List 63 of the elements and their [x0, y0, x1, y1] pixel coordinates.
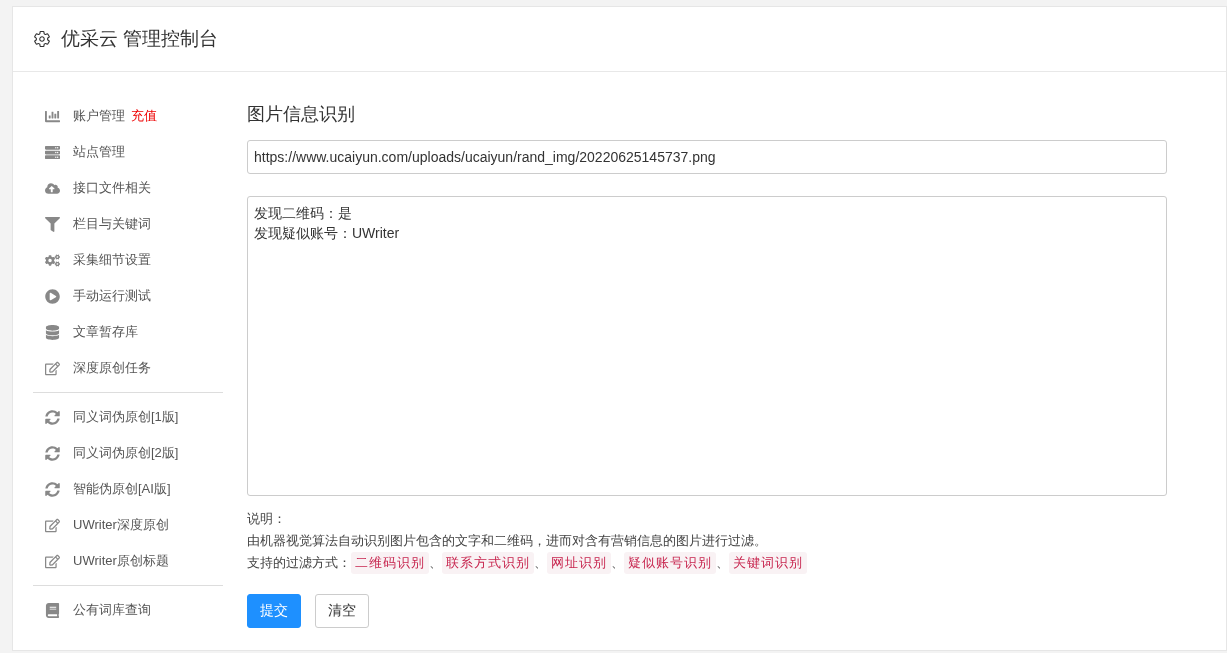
method-tag: 关键词识别: [729, 552, 807, 574]
sidebar-item[interactable]: 智能伪原创[AI版]: [33, 471, 223, 507]
cloud-upload-icon: [44, 180, 61, 196]
sidebar-item[interactable]: 同义词伪原创[2版]: [33, 435, 223, 471]
edit-icon: [44, 360, 61, 376]
method-tag: 疑似账号识别: [624, 552, 716, 574]
book-icon: [44, 602, 61, 618]
sidebar-item[interactable]: 站点管理: [33, 134, 223, 170]
page-heading: 图片信息识别: [247, 103, 356, 126]
filter-icon: [44, 216, 61, 232]
notes-text: 由机器视觉算法自动识别图片包含的文字和二维码，进而对含有营销信息的图片进行过滤。: [247, 532, 768, 550]
sidebar-item-label: 文章暂存库: [73, 323, 138, 341]
refresh-icon: [44, 445, 61, 461]
separator: 、: [611, 554, 624, 572]
console-title: 优采云 管理控制台: [61, 27, 219, 51]
settings-icon: [33, 30, 51, 48]
server-icon: [44, 144, 61, 160]
recharge-link[interactable]: 充值: [131, 107, 157, 125]
result-line: 发现疑似账号：UWriter: [254, 224, 400, 243]
play-icon: [44, 288, 61, 304]
result-box[interactable]: 发现二维码：是 发现疑似账号：UWriter: [247, 196, 1167, 496]
clear-button[interactable]: 清空: [315, 594, 369, 628]
sidebar-item-label: 账户管理: [73, 107, 125, 125]
result-line: 发现二维码：是: [254, 204, 352, 223]
sidebar-item[interactable]: 接口文件相关: [33, 170, 223, 206]
sidebar-item[interactable]: 账户管理 充值: [33, 98, 223, 134]
url-field[interactable]: https://www.ucaiyun.com/uploads/ucaiyun/rand_img/20220625145737.png: [247, 140, 1167, 174]
database-icon: [44, 324, 61, 340]
gears-icon: [44, 252, 61, 268]
sidebar-item[interactable]: 同义词伪原创[1版]: [33, 399, 223, 435]
sidebar-item-label: 公有词库查询: [73, 601, 151, 619]
sidebar-item-label: 采集细节设置: [73, 251, 151, 269]
edit-icon: [44, 517, 61, 533]
sidebar-item[interactable]: 手动运行测试: [33, 278, 223, 314]
sidebar-item-label: 接口文件相关: [73, 179, 151, 197]
sidebar-item[interactable]: 公有词库查询: [33, 592, 223, 628]
separator: 、: [534, 554, 547, 572]
method-tag: 二维码识别: [351, 552, 429, 574]
sidebar-item[interactable]: UWriter原创标题: [33, 543, 223, 579]
sidebar-item-label: 深度原创任务: [73, 359, 151, 377]
sidebar-item[interactable]: UWriter深度原创: [33, 507, 223, 543]
separator: 、: [429, 554, 442, 572]
edit-icon: [44, 553, 61, 569]
sidebar-item[interactable]: 文章暂存库: [33, 314, 223, 350]
sidebar-item[interactable]: 深度原创任务: [33, 350, 223, 386]
sidebar-item-label: 手动运行测试: [73, 287, 151, 305]
refresh-icon: [44, 409, 61, 425]
sidebar-item[interactable]: 采集细节设置: [33, 242, 223, 278]
notes-heading: 说明：: [247, 510, 287, 528]
sidebar-item-label: UWriter深度原创: [73, 516, 169, 534]
method-tag: 联系方式识别: [442, 552, 534, 574]
sidebar-item-label: 同义词伪原创[2版]: [73, 444, 179, 462]
sidebar-item-label: 同义词伪原创[1版]: [73, 408, 179, 426]
refresh-icon: [44, 481, 61, 497]
sidebar-item-label: 站点管理: [73, 143, 125, 161]
bar-chart-icon: [44, 108, 61, 124]
methods-label: 支持的过滤方式：: [247, 554, 351, 572]
sidebar-item-label: UWriter原创标题: [73, 552, 169, 570]
sidebar-item-label: 栏目与关键词: [73, 215, 151, 233]
separator: 、: [716, 554, 729, 572]
method-tag: 网址识别: [547, 552, 611, 574]
sidebar-item[interactable]: 栏目与关键词: [33, 206, 223, 242]
sidebar-item-label: 智能伪原创[AI版]: [73, 480, 171, 498]
